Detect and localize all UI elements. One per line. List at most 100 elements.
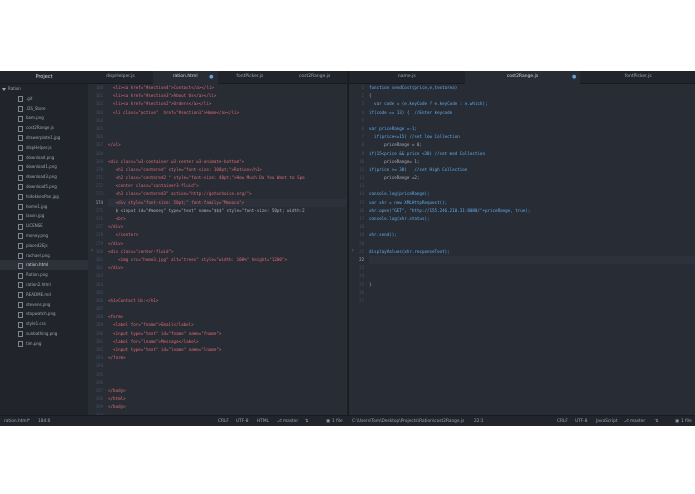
tree-file-item[interactable]: sunbathing.png [0,329,88,339]
status-right-line-ending[interactable]: CRLF [557,416,568,426]
code-line[interactable]: { [369,92,695,100]
code-line[interactable] [108,305,347,313]
tree-file-item[interactable]: stopwatch.png [0,309,88,319]
status-left-line-ending[interactable]: CRLF [218,416,229,426]
code-line[interactable] [369,223,695,231]
code-line[interactable]: var xhr = new XMLHttpRequest(); [369,199,695,207]
status-left-file[interactable]: ration.html* [4,416,30,426]
code-line[interactable]: <li class="active" href="#section1">Home… [108,109,347,117]
status-left-grammar[interactable]: HTML [257,416,269,426]
fetch-arrows-icon[interactable]: ⇅ [305,416,309,426]
code-line[interactable]: var priceRange =-1; [369,125,695,133]
code-line[interactable]: <h2 class="centered2 " style="font-size:… [108,174,347,182]
code-line[interactable]: </ul> [108,141,347,149]
code-line[interactable]: <center class="container3-fluid"> [108,182,347,190]
code-line[interactable]: <div class="w3-container w3-center w3-an… [108,158,347,166]
code-line[interactable]: console.log(priceRange); [369,190,695,198]
code-line[interactable]: xhr.open("GET", "http://155.246.210.31:8… [369,207,695,215]
editor-tab[interactable]: fontPicker.js [218,71,283,83]
fetch-arrows-icon[interactable]: ⇅ [655,416,659,426]
tree-file-item[interactable]: bam.png [0,113,88,123]
right-code-area[interactable]: 1 2 3 4 5 6 7 8 9 10 11 12 13 14 15 16 17 18 19 20 21 22 23 24 2… [349,84,695,415]
code-line[interactable]: <li><a href="#section2">Orders</a></li> [108,100,347,108]
code-line[interactable]: xhr.send(); [369,231,695,239]
tree-file-item[interactable]: download3.png [0,172,88,182]
status-right-cursor-pos[interactable]: 22:1 [474,416,484,426]
right-code-lines[interactable]: function sendCost(price,e,textarea){ var… [369,84,695,415]
code-line[interactable]: priceRange = 0; [369,141,695,149]
code-line[interactable]: </div> [108,223,347,231]
code-line[interactable]: <div class="center-fluid"> [108,248,347,256]
code-line[interactable] [108,133,347,141]
tree-file-item[interactable]: ration.html [0,260,88,271]
left-code-lines[interactable]: <li><a href="#section4">Contact</a></li>… [108,84,347,415]
status-left-branch[interactable]: master [283,416,298,426]
code-line[interactable]: if(code == 13) { //Enter keycode [369,109,695,117]
code-line[interactable] [108,289,347,297]
code-line[interactable]: displayValues(xhr.responseText); [369,248,695,256]
code-line[interactable]: } [369,281,695,289]
code-line[interactable]: if(price<=15) //set low Collection [369,133,695,141]
code-line[interactable] [108,150,347,158]
status-right-path[interactable]: C:\Users\Tom\Desktop\Projects\Ration\cos… [352,416,464,426]
tree-file-item[interactable]: stevens.png [0,300,88,310]
fold-arrow-icon[interactable]: › [351,247,355,254]
tree-file-item[interactable]: rachael.png [0,251,88,261]
tree-root-folder[interactable]: Ration [0,84,88,94]
status-right-branch[interactable]: master [630,416,645,426]
code-line[interactable]: priceRange =2; [369,174,695,182]
code-line[interactable]: </div> [108,264,347,272]
code-line[interactable] [369,255,695,265]
code-line[interactable]: <li><a href="#section3">About Us</a></li… [108,92,347,100]
code-line[interactable]: <br> [108,215,347,223]
code-line[interactable] [369,297,695,305]
code-line[interactable]: console.log(xhr.status); [369,215,695,223]
status-right-encoding[interactable]: UTF-8 [575,416,588,426]
code-line[interactable]: <form> [108,313,347,321]
tree-file-item[interactable]: LICENSE [0,221,88,231]
code-line[interactable] [108,272,347,280]
code-line[interactable]: <div style="font-size: 50pt;" font-famil… [108,198,347,207]
code-line[interactable] [108,117,347,125]
tree-file-item[interactable]: download1.png [0,162,88,172]
tree-file-item[interactable]: Ration.png [0,270,88,280]
status-left-encoding[interactable]: UTF-8 [236,416,249,426]
left-code-area[interactable]: 160 161 162 163 164 165 166 167 168 169 170 171 172 1… [88,84,347,415]
code-line[interactable] [108,125,347,133]
code-line[interactable] [108,281,347,289]
tree-file-item[interactable]: ration2.html [0,280,88,290]
editor-tab[interactable]: cost2Range.js ● [464,71,581,84]
code-line[interactable]: <input type="text" id="lname" name="lnam… [108,346,347,354]
code-line[interactable]: </form> [108,354,347,362]
code-line[interactable]: </html> [108,395,347,403]
code-line[interactable]: $ <input id="#money" type="text" name="$… [108,207,347,215]
code-line[interactable] [369,272,695,280]
tree-file-item[interactable]: cost2Range.js [0,123,88,133]
tree-file-item[interactable]: README.md [0,290,88,300]
tree-file-item[interactable]: tim.png [0,339,88,349]
code-line[interactable]: <h1 class="centered" style="font-size: 1… [108,166,347,174]
tree-file-item[interactable]: .DS_Store [0,104,88,114]
editor-tab[interactable]: cost2Range.js [282,71,347,83]
code-line[interactable]: </body> [108,403,347,411]
code-line[interactable]: if(15<price && price <30) //set med Coll… [369,150,695,158]
status-left-cursor-pos[interactable]: 184:6 [38,416,50,426]
code-line[interactable]: </div> [108,240,347,248]
code-line[interactable] [369,182,695,190]
code-line[interactable] [369,240,695,248]
tree-file-item[interactable]: home1.jpg [0,202,88,212]
tree-file-item[interactable]: style1.css [0,319,88,329]
status-right-grammar[interactable]: JavaScript [596,416,618,426]
code-line[interactable]: <h3 class="centered3" action="http://got… [108,190,347,198]
tree-file-item[interactable]: laxxn.jpg [0,211,88,221]
code-line[interactable]: priceRange= 1; [369,158,695,166]
code-line[interactable]: </center> [108,231,347,239]
code-line[interactable] [369,117,695,125]
code-line[interactable] [108,362,347,370]
code-line[interactable] [369,289,695,297]
tree-file-item[interactable]: placed2Ejs [0,241,88,251]
tree-file-item[interactable]: dispHelper.js [0,143,88,153]
code-line[interactable]: <label for="lname">Message</label> [108,338,347,346]
code-line[interactable] [369,264,695,272]
fold-arrow-icon[interactable]: ‹ [90,247,94,254]
